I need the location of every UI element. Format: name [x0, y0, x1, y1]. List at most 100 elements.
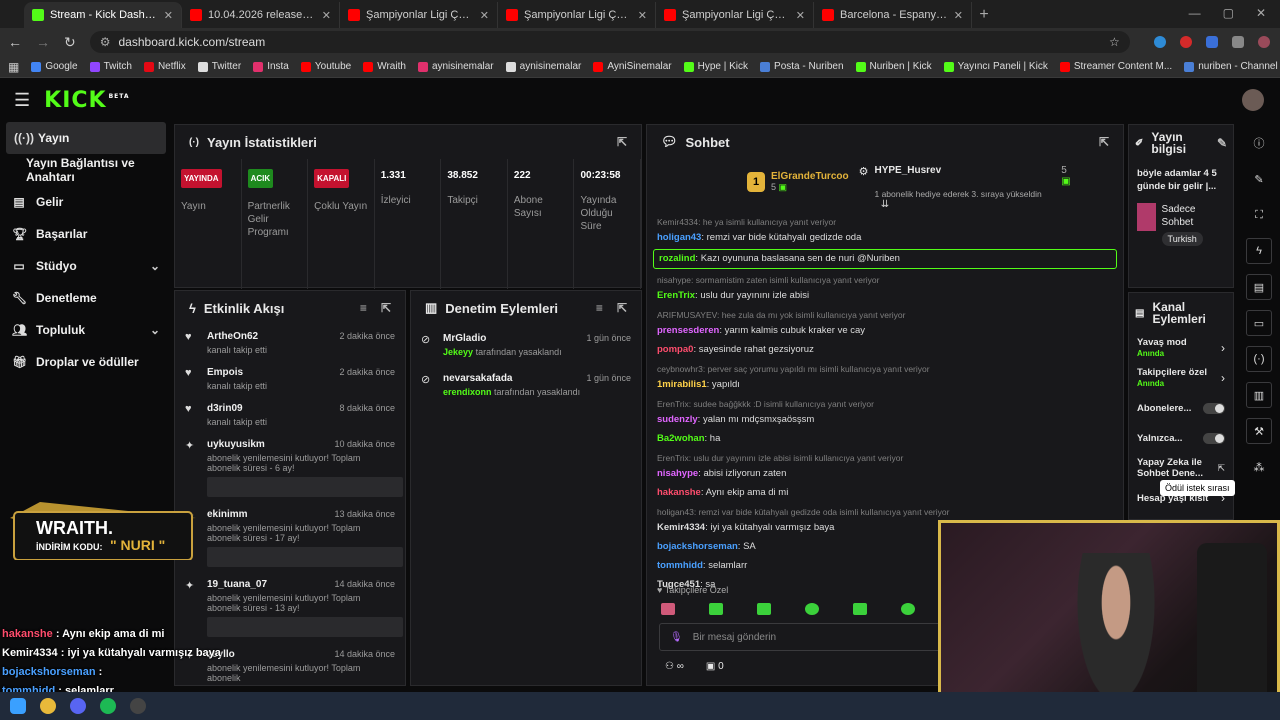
profile-icon[interactable]	[1257, 36, 1270, 48]
edit-icon[interactable]: ✎	[1217, 136, 1227, 150]
top-gifter[interactable]: ⚙ HYPE_Husrev 5 ▣ 1 abonelik hediye edere…	[859, 165, 1071, 199]
close-tab-icon[interactable]: ✕	[954, 9, 963, 22]
bookmark-item[interactable]: aynisinemalar	[417, 61, 494, 72]
document-icon[interactable]: ▤	[1246, 274, 1272, 300]
browser-tab[interactable]: 10.04.2026 release - YouTube ✕	[182, 2, 340, 28]
frame-icon[interactable]: ⛶	[1246, 202, 1272, 228]
chat-username[interactable]: nisahype	[657, 468, 698, 479]
activity-item[interactable]: ✦ekinimm13 dakika önceabonelik yenilemes…	[175, 503, 405, 573]
extension-icon[interactable]	[1153, 36, 1166, 48]
bookmark-item[interactable]: Yayıncı Paneli | Kick	[943, 61, 1048, 72]
points-display[interactable]: ▣ 0	[706, 661, 724, 672]
extension-icon[interactable]	[1179, 36, 1192, 48]
wrench-icon[interactable]: ⚒	[1246, 418, 1272, 444]
chat-message[interactable]: pompa0: sayesinde rahat gezsiyoruz	[647, 342, 1123, 358]
popout-icon[interactable]: ⇱	[617, 301, 627, 315]
bookmark-item[interactable]: Youtube	[300, 61, 351, 72]
new-tab-icon[interactable]: +	[972, 2, 996, 28]
bookmark-item[interactable]: Posta - Nuriben	[760, 61, 844, 72]
bookmark-item[interactable]: Google	[31, 61, 78, 72]
browser-tab[interactable]: Şampiyonlar Ligi Çeyrek Final | ✕	[340, 2, 498, 28]
chat-username[interactable]: pompa0	[657, 344, 693, 355]
chat-username[interactable]: Ba2wohan	[657, 433, 705, 444]
chrome-icon[interactable]	[40, 698, 56, 714]
bookmark-item[interactable]: Nuriben | Kick	[855, 61, 932, 72]
close-tab-icon[interactable]: ✕	[796, 9, 805, 22]
bookmark-item[interactable]: Hype | Kick	[683, 61, 748, 72]
chat-message[interactable]: hakanshe: Aynı ekip ama di mi	[647, 485, 1123, 501]
sidebar-item-yayin[interactable]: ((·)) Yayın	[6, 122, 166, 154]
activity-item[interactable]: ✦ uykuyusikm 10 dakika önce abonelik yenile…	[175, 433, 405, 503]
clipboard-icon[interactable]: ▥	[1246, 382, 1272, 408]
extension-icon[interactable]	[1205, 36, 1218, 48]
category-thumbnail[interactable]	[1137, 203, 1156, 231]
close-tab-icon[interactable]: ✕	[164, 9, 173, 22]
bookmark-item[interactable]: Twitter	[197, 61, 241, 72]
channel-action-item[interactable]: Yalnızca...	[1129, 423, 1233, 453]
channel-action-item[interactable]: Yapay Zeka ile Sohbet Dene... ⇱	[1129, 453, 1233, 483]
sidebar-item-topluluk[interactable]: 👥︎ Topluluk ⌄	[0, 314, 172, 346]
chat-username[interactable]: 1mirabilis1	[657, 379, 707, 390]
scroll-indicator-icon[interactable]: ⇊	[647, 199, 1123, 210]
popout-icon[interactable]: ⇱	[1099, 135, 1109, 149]
maximize-icon[interactable]: ▢	[1223, 6, 1234, 20]
edit-icon[interactable]: ✎	[1246, 166, 1272, 192]
activity-item[interactable]: ♥ d3rin09 8 dakika önce kanalı takip etti	[175, 397, 405, 433]
puzzle-icon[interactable]	[1231, 36, 1244, 48]
bookmark-item[interactable]: aynisinemalar	[505, 61, 581, 72]
bookmark-item[interactable]: Twitch	[89, 61, 132, 72]
broadcast-icon[interactable]: (·)	[1246, 346, 1272, 372]
chat-icon[interactable]: ▭	[1246, 310, 1272, 336]
bookmark-item[interactable]: nuriben - Channel S...	[1184, 61, 1280, 72]
browser-tab[interactable]: Stream - Kick Dashboard ✕	[24, 2, 182, 28]
emote[interactable]	[805, 603, 819, 615]
hamburger-menu-icon[interactable]: ☰	[14, 90, 30, 111]
url-field[interactable]: ⚙ dashboard.kick.com/stream ☆	[89, 31, 1130, 53]
reload-icon[interactable]: ↻	[64, 34, 76, 51]
sidebar-item-stream-key[interactable]: Yayın Bağlantısı ve Anahtarı	[0, 154, 172, 186]
chat-message[interactable]: nisahype: sormamistim zaten isimli kulla…	[647, 272, 1123, 304]
microphone-icon[interactable]: 🎙︎	[670, 632, 683, 643]
obs-icon[interactable]	[130, 698, 146, 714]
spotify-icon[interactable]	[100, 698, 116, 714]
browser-tab[interactable]: Şampiyonlar Ligi Çeyrek Final | ✕	[656, 2, 814, 28]
chat-username[interactable]: tommhidd	[657, 560, 703, 571]
channel-action-item[interactable]: Takipçilere özel Anında ›	[1129, 363, 1233, 393]
sidebar-item-studyo[interactable]: ▭ Stüdyo ⌄	[0, 250, 172, 282]
browser-tab[interactable]: Şampiyonlar Ligi Çeyrek Final | ✕	[498, 2, 656, 28]
bookmark-item[interactable]: Netflix	[143, 61, 186, 72]
close-tab-icon[interactable]: ✕	[480, 9, 489, 22]
bookmark-star-icon[interactable]: ☆	[1109, 35, 1120, 49]
activity-item[interactable]: ♥ ArtheOn62 2 dakika önce kanalı takip etti	[175, 325, 405, 361]
top-gifter[interactable]: 1 ElGrandeTurcoo 5 ▣	[747, 165, 849, 199]
emote[interactable]	[661, 603, 675, 615]
sidebar-item-gelir[interactable]: ▤ Gelir	[0, 186, 172, 218]
popout-icon[interactable]: ⇱	[617, 135, 627, 149]
chat-message[interactable]: Kemir4334: he ya isimli kullanıcıya yanı…	[647, 214, 1123, 246]
filter-icon[interactable]: ≡	[596, 301, 603, 315]
chat-username[interactable]: hakanshe	[657, 487, 701, 498]
chat-message[interactable]: ErenTrix: sudee bağğkkk :D isimli kullan…	[647, 396, 1123, 428]
chat-username[interactable]: bojackshorseman	[657, 541, 738, 552]
discord-icon[interactable]	[70, 698, 86, 714]
filter-icon[interactable]: ≡	[360, 301, 367, 315]
chat-username[interactable]: ErenTrix	[657, 290, 695, 301]
channel-action-item[interactable]: Yavaş mod Anında ›	[1129, 333, 1233, 363]
kick-logo[interactable]: KICK BETA	[44, 88, 129, 113]
emote[interactable]	[757, 603, 771, 615]
bookmark-item[interactable]: Streamer Content M...	[1059, 61, 1172, 72]
bookmark-item[interactable]: Wraith	[363, 61, 406, 72]
activity-item[interactable]: ✦ 19_tuana_07 14 dakika önce abonelik yenil…	[175, 573, 405, 643]
sidebar-item-droplar[interactable]: 🎁︎ Droplar ve ödüller	[0, 346, 172, 378]
close-tab-icon[interactable]: ✕	[322, 9, 331, 22]
activity-item[interactable]: ♥ Empois 2 dakika önce kanalı takip etti	[175, 361, 405, 397]
chat-username[interactable]: sudenzly	[657, 414, 698, 425]
close-tab-icon[interactable]: ✕	[638, 9, 647, 22]
popout-icon[interactable]: ⇱	[381, 301, 391, 315]
emote[interactable]	[853, 603, 867, 615]
chat-message[interactable]: ARIFMUSAYEV: hee zula da mı yok isimli k…	[647, 307, 1123, 339]
emote[interactable]	[901, 603, 915, 615]
moderation-item[interactable]: ⊘ MrGladio 1 gün önce Jekeyy tarafından yas…	[411, 325, 641, 365]
network-icon[interactable]: ⁂	[1246, 454, 1272, 480]
lightning-icon[interactable]: ϟ	[1246, 238, 1272, 264]
